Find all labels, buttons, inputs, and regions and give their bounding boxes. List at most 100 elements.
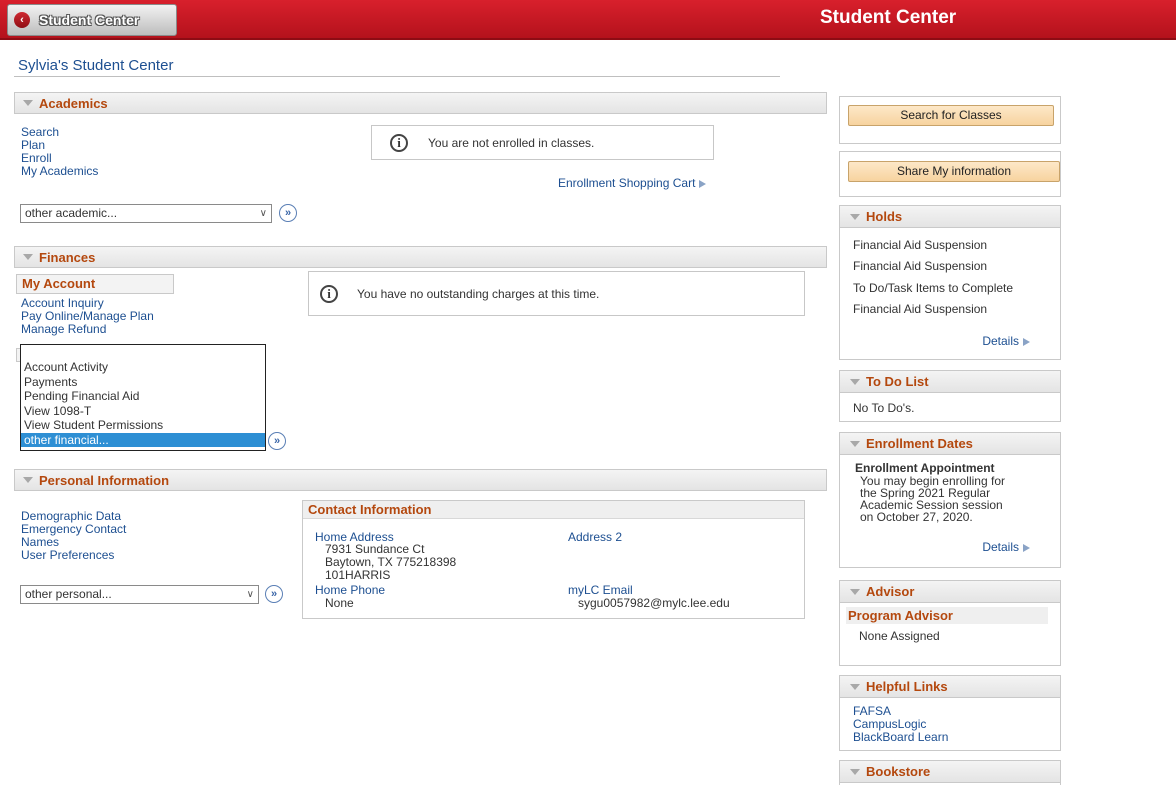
back-button-label: Student Center	[39, 12, 140, 28]
collapse-triangle-icon	[850, 378, 860, 385]
top-banner: ‹ Student Center Student Center	[0, 0, 1176, 40]
finances-section-title: Finances	[39, 249, 96, 265]
info-icon: i	[320, 284, 338, 303]
contact-information-panel: Contact Information Home Address 7931 Su…	[302, 500, 805, 619]
collapse-triangle-icon	[850, 213, 860, 220]
back-to-student-center-button[interactable]: ‹ Student Center	[7, 4, 177, 36]
chevron-left-icon: ‹	[14, 12, 30, 28]
email-value: sygu0057982@mylc.lee.edu	[578, 596, 730, 610]
todo-title: To Do List	[866, 374, 929, 389]
helpful-links-panel: Helpful Links FAFSA CampusLogic BlackBoa…	[839, 675, 1061, 751]
banner-title: Student Center	[820, 7, 957, 28]
address-line: 101HARRIS	[325, 568, 391, 582]
collapse-triangle-icon	[850, 440, 860, 447]
collapse-triangle-icon	[23, 100, 33, 106]
collapse-triangle-icon	[850, 588, 860, 595]
academics-message-box: i You are not enrolled in classes.	[371, 125, 714, 160]
search-for-classes-button[interactable]: Search for Classes	[848, 105, 1054, 126]
address-2-label: Address 2	[568, 530, 623, 544]
hold-item: Financial Aid Suspension	[853, 302, 988, 316]
arrow-right-icon	[1023, 543, 1030, 552]
enrollment-appointment-title: Enrollment Appointment	[855, 461, 995, 475]
advisor-header[interactable]: Advisor	[840, 581, 1060, 603]
academics-section-header[interactable]: Academics	[14, 92, 827, 114]
enrollment-appointment-text: You may begin enrolling for the Spring 2…	[860, 475, 1005, 523]
advisor-text: None Assigned	[859, 629, 940, 643]
finance-option[interactable]: View 1098-T	[21, 404, 265, 419]
my-account-tab: My Account	[16, 274, 174, 294]
enrollment-dates-panel: Enrollment Dates Enrollment Appointment …	[839, 432, 1061, 568]
enrollment-dates-title: Enrollment Dates	[866, 436, 973, 451]
enrollment-dates-header[interactable]: Enrollment Dates	[840, 433, 1060, 455]
share-info-panel: Share My information	[839, 151, 1061, 197]
academic-go-button[interactable]: »	[279, 204, 297, 222]
holds-details-label: Details	[982, 334, 1019, 348]
finances-link-list: Account Inquiry Pay Online/Manage Plan M…	[21, 297, 154, 336]
helpful-link-blackboard[interactable]: BlackBoard Learn	[853, 731, 948, 744]
chevron-down-icon: ∨	[259, 208, 267, 219]
finance-option-selected[interactable]: other financial...	[21, 432, 265, 447]
finances-section-header[interactable]: Finances	[14, 246, 827, 268]
appointment-line: on October 27, 2020.	[860, 510, 973, 524]
divider	[14, 76, 780, 77]
other-personal-select-value: other personal...	[25, 587, 112, 601]
cart-link-label: Enrollment Shopping Cart	[558, 176, 696, 190]
finance-option[interactable]: Payments	[21, 375, 265, 390]
arrow-right-icon	[1023, 337, 1030, 346]
personal-info-section-title: Personal Information	[39, 472, 170, 488]
academics-section-title: Academics	[39, 95, 108, 111]
info-icon: i	[390, 133, 408, 152]
hold-item: Financial Aid Suspension	[853, 259, 988, 273]
enrollment-details-label: Details	[982, 540, 1019, 554]
holds-header[interactable]: Holds	[840, 206, 1060, 228]
other-academic-select-value: other academic...	[25, 206, 118, 220]
share-my-information-button[interactable]: Share My information	[848, 161, 1060, 182]
personal-link-list: Demographic Data Emergency Contact Names…	[21, 510, 126, 562]
bookstore-title: Bookstore	[866, 764, 931, 779]
advisor-panel: Advisor Program Advisor None Assigned	[839, 580, 1061, 666]
collapse-triangle-icon	[23, 254, 33, 260]
finance-option[interactable]: Pending Financial Aid	[21, 389, 265, 404]
hold-item: Financial Aid Suspension	[853, 238, 988, 252]
home-phone-value: None	[325, 596, 354, 610]
other-academic-select[interactable]: other academic... ∨	[20, 204, 272, 223]
personal-go-button[interactable]: »	[265, 585, 283, 603]
home-address-value: 7931 Sundance Ct Baytown, TX 775218398 1…	[325, 543, 456, 582]
helpful-links-title: Helpful Links	[866, 679, 948, 694]
collapse-triangle-icon	[850, 683, 860, 690]
collapse-triangle-icon	[23, 477, 33, 483]
finance-option[interactable]: Account Activity	[21, 360, 265, 375]
holds-title: Holds	[866, 209, 903, 224]
enrollment-shopping-cart-link[interactable]: Enrollment Shopping Cart	[558, 176, 707, 190]
helpful-links-header[interactable]: Helpful Links	[840, 676, 1060, 698]
holds-panel: Holds Financial Aid Suspension Financial…	[839, 205, 1061, 360]
finances-message-box: i You have no outstanding charges at thi…	[308, 271, 805, 316]
personal-link-user-preferences[interactable]: User Preferences	[21, 549, 126, 562]
todo-panel: To Do List No To Do's.	[839, 370, 1061, 422]
page-title: Sylvia's Student Center	[18, 57, 174, 74]
todo-header[interactable]: To Do List	[840, 371, 1060, 393]
other-financial-listbox[interactable]: Account Activity Payments Pending Financ…	[20, 344, 266, 451]
finances-message: You have no outstanding charges at this …	[357, 286, 600, 301]
academics-link-list: Search Plan Enroll My Academics	[21, 126, 98, 178]
todo-text: No To Do's.	[853, 401, 915, 415]
hold-item: To Do/Task Items to Complete	[853, 281, 1014, 295]
bookstore-header[interactable]: Bookstore	[840, 761, 1060, 783]
enrollment-details-link[interactable]: Details	[982, 540, 1030, 554]
other-personal-select[interactable]: other personal... ∨	[20, 585, 259, 604]
arrow-right-icon	[699, 179, 707, 188]
holds-details-link[interactable]: Details	[982, 334, 1030, 348]
academics-link-my-academics[interactable]: My Academics	[21, 165, 98, 178]
finance-option[interactable]: View Student Permissions	[21, 418, 265, 433]
financial-go-button[interactable]: »	[268, 432, 286, 450]
personal-info-section-header[interactable]: Personal Information	[14, 469, 827, 491]
search-classes-panel: Search for Classes	[839, 96, 1061, 144]
bookstore-panel: Bookstore	[839, 760, 1061, 785]
finances-link-manage-refund[interactable]: Manage Refund	[21, 323, 154, 336]
advisor-title: Advisor	[866, 584, 915, 599]
chevron-down-icon: ∨	[246, 589, 254, 600]
contact-information-title: Contact Information	[303, 501, 804, 519]
collapse-triangle-icon	[850, 768, 860, 775]
academics-message: You are not enrolled in classes.	[428, 135, 595, 150]
program-advisor-title: Program Advisor	[846, 607, 1048, 624]
